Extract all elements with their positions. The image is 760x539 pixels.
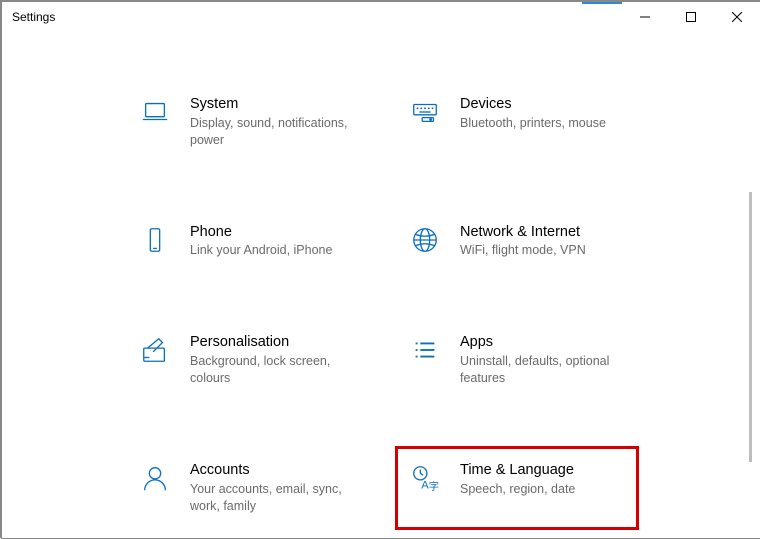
tile-title: Apps xyxy=(460,333,625,352)
phone-icon xyxy=(138,223,172,257)
tile-title: Network & Internet xyxy=(460,223,586,242)
tile-title: Phone xyxy=(190,223,332,242)
tile-text: AccountsYour accounts, email, sync, work… xyxy=(190,461,355,515)
maximize-icon xyxy=(686,12,696,22)
tile-title: Time & Language xyxy=(460,461,575,480)
content-area: SystemDisplay, sound, notifications, pow… xyxy=(2,32,752,538)
paintbrush-icon xyxy=(138,333,172,367)
person-icon xyxy=(138,461,172,495)
tile-desc: Link your Android, iPhone xyxy=(190,242,332,259)
tile-title: Personalisation xyxy=(190,333,355,352)
close-button[interactable] xyxy=(714,2,760,32)
tile-desc: WiFi, flight mode, VPN xyxy=(460,242,586,259)
titlebar: Settings xyxy=(2,2,760,32)
tile-desc: Speech, region, date xyxy=(460,481,575,498)
svg-text:字: 字 xyxy=(429,480,439,493)
tile-title: System xyxy=(190,95,355,114)
minimize-icon xyxy=(640,12,650,22)
tile-desc: Display, sound, notifications, power xyxy=(190,115,355,149)
list-icon xyxy=(408,333,442,367)
tile-desc: Your accounts, email, sync, work, family xyxy=(190,481,355,515)
tile-apps[interactable]: AppsUninstall, defaults, optional featur… xyxy=(402,325,632,395)
tile-text: Network & InternetWiFi, flight mode, VPN xyxy=(460,223,586,260)
tile-text: SystemDisplay, sound, notifications, pow… xyxy=(190,95,355,149)
tile-text: PersonalisationBackground, lock screen, … xyxy=(190,333,355,387)
keyboard-icon xyxy=(408,95,442,129)
tile-text: AppsUninstall, defaults, optional featur… xyxy=(460,333,625,387)
tile-desc: Uninstall, defaults, optional features xyxy=(460,353,625,387)
window-title: Settings xyxy=(2,10,55,24)
tile-text: PhoneLink your Android, iPhone xyxy=(190,223,332,260)
tile-phone[interactable]: PhoneLink your Android, iPhone xyxy=(132,215,362,268)
maximize-button[interactable] xyxy=(668,2,714,32)
laptop-icon xyxy=(138,95,172,129)
tile-system[interactable]: SystemDisplay, sound, notifications, pow… xyxy=(132,87,362,157)
tile-time-language[interactable]: A字 Time & LanguageSpeech, region, date xyxy=(395,446,639,530)
tile-title: Devices xyxy=(460,95,606,114)
scrollbar[interactable] xyxy=(749,192,752,462)
window-controls xyxy=(622,2,760,32)
globe-icon xyxy=(408,223,442,257)
tile-text: DevicesBluetooth, printers, mouse xyxy=(460,95,606,132)
minimize-button[interactable] xyxy=(622,2,668,32)
time-language-icon: A字 xyxy=(408,461,442,495)
accent-strip xyxy=(582,2,622,4)
close-icon xyxy=(732,12,742,22)
tile-text: Time & LanguageSpeech, region, date xyxy=(460,461,575,498)
tile-personalisation[interactable]: PersonalisationBackground, lock screen, … xyxy=(132,325,362,395)
tile-accounts[interactable]: AccountsYour accounts, email, sync, work… xyxy=(132,453,362,523)
settings-grid: SystemDisplay, sound, notifications, pow… xyxy=(2,32,752,538)
tile-title: Accounts xyxy=(190,461,355,480)
tile-devices[interactable]: DevicesBluetooth, printers, mouse xyxy=(402,87,632,157)
tile-desc: Bluetooth, printers, mouse xyxy=(460,115,606,132)
tile-desc: Background, lock screen, colours xyxy=(190,353,355,387)
tile-network[interactable]: Network & InternetWiFi, flight mode, VPN xyxy=(402,215,632,268)
